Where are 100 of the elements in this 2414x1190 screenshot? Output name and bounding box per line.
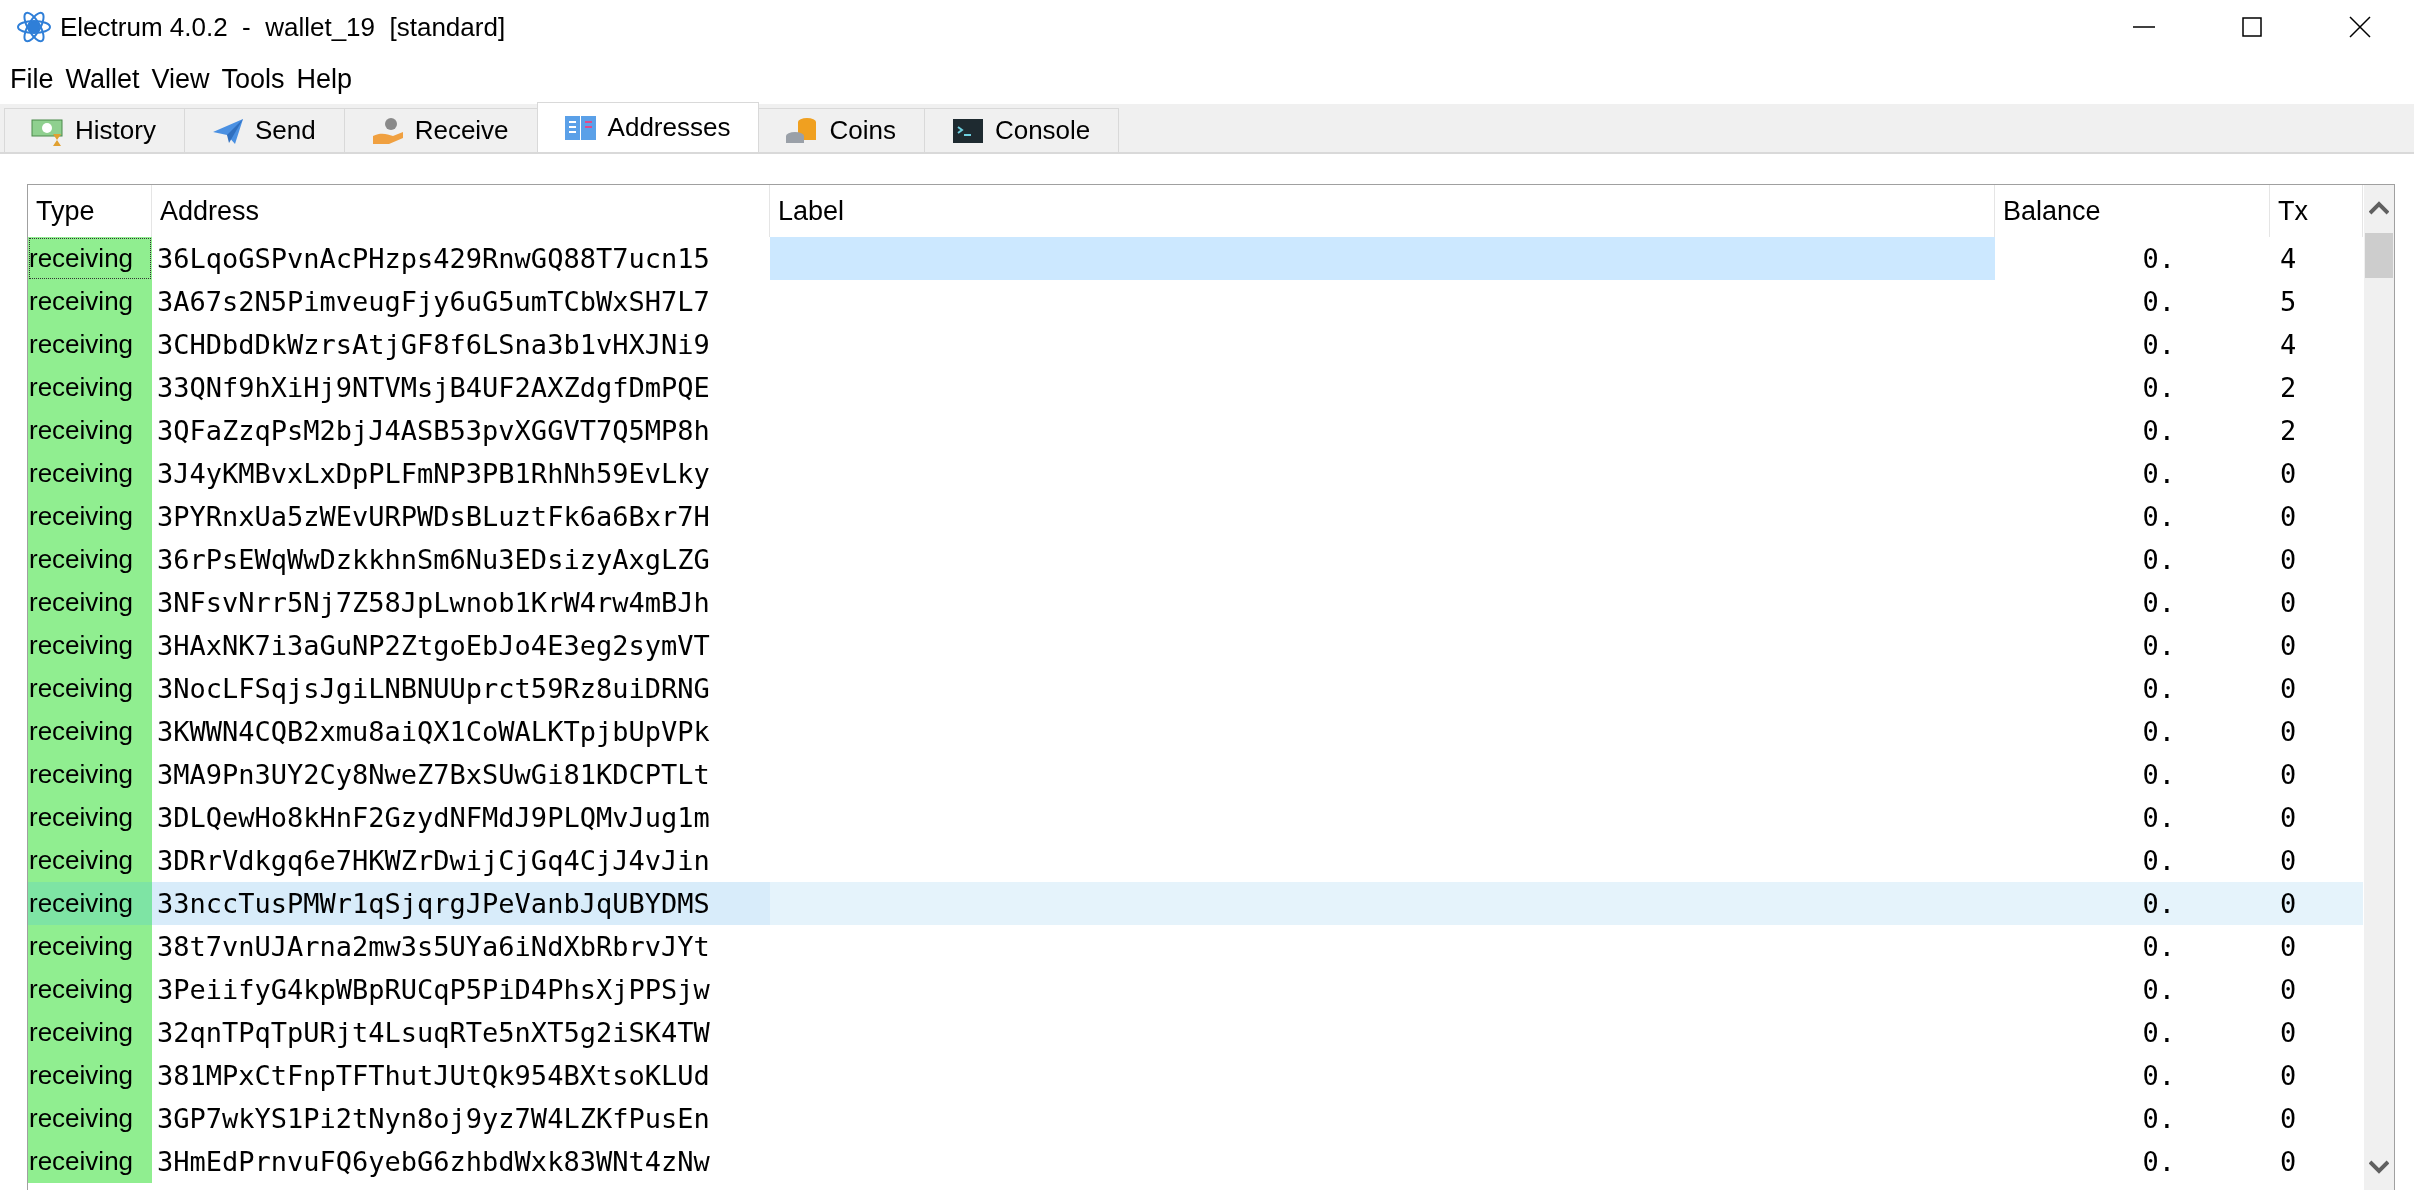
address-cell-text: 3PYRnxUa5zWEvURPWDsBLuztFk6a6Bxr7H (156, 500, 711, 534)
balance-cell-text: 0. (2141, 1059, 2176, 1093)
type-cell: receiving (28, 882, 152, 925)
address-cell-text: 3CHDbdDkWzrsAtjGF8f6LSna3b1vHXJNi9 (156, 328, 711, 362)
address-cell-text: 3KWWN4CQB2xmu8aiQX1CoWALKTpjbUpVPk (156, 715, 711, 749)
menu-item[interactable]: Help (294, 63, 363, 95)
type-cell: receiving (28, 409, 152, 452)
type-cell: receiving (28, 581, 152, 624)
label-cell[interactable] (770, 882, 1995, 925)
tx-cell-text: 0 (2279, 672, 2298, 706)
address-cell-text: 3HmEdPrnvuFQ6yebG6zhbdWxk83WNt4zNw (156, 1145, 711, 1179)
tx-cell-text: 4 (2279, 242, 2298, 276)
menu-item[interactable]: Wallet (63, 63, 150, 95)
type-cell: receiving (28, 753, 152, 796)
balance-cell-text: 0. (2141, 1016, 2176, 1050)
window-title: Electrum 4.0.2 - wallet_19 [standard] (60, 11, 506, 43)
address-cell-text: 3QFaZzqPsM2bjJ4ASB53pvXGGVT7Q5MP8h (156, 414, 711, 448)
tx-cell-text: 0 (2279, 844, 2298, 878)
address-cell-text: 33QNf9hXiHj9NTVMsjB4UF2AXZdgfDmPQE (156, 371, 711, 405)
address-cell-text: 3A67s2N5PimveugFjy6uG5umTCbWxSH7L7 (156, 285, 711, 319)
balance-cell-text: 0. (2141, 242, 2176, 276)
balance-cell-text: 0. (2141, 500, 2176, 534)
balance-cell-text: 0. (2141, 672, 2176, 706)
type-cell: receiving (28, 237, 152, 280)
type-cell: receiving (28, 323, 152, 366)
column-header[interactable]: Tx (2270, 185, 2363, 237)
tx-cell-text: 0 (2279, 973, 2298, 1007)
address-cell-text: 3NocLFSqjsJgiLNBNUUprct59Rz8uiDRNG (156, 672, 711, 706)
menu-item[interactable]: File (8, 63, 64, 95)
address-cell-text: 381MPxCtFnpTFThutJUtQk954BXtsoKLUd (156, 1059, 711, 1093)
tx-cell-text: 0 (2279, 457, 2298, 491)
maximize-icon (2241, 16, 2263, 38)
close-icon (2349, 16, 2371, 38)
balance-cell-text: 0. (2141, 715, 2176, 749)
tab[interactable]: Addresses (536, 102, 760, 152)
tx-cell-text: 5 (2279, 285, 2298, 319)
address-cell-text: 36rPsEWqWwDzkkhnSm6Nu3EDsizyAxgLZG (156, 543, 711, 577)
tx-cell: 0 (2270, 882, 2363, 925)
tx-cell-text: 0 (2279, 586, 2298, 620)
tx-cell-text: 0 (2279, 1016, 2298, 1050)
tx-cell-text: 2 (2279, 414, 2298, 448)
atom-logo-icon (16, 9, 52, 45)
balance-cell-text: 0. (2141, 371, 2176, 405)
tx-cell-text: 0 (2279, 930, 2298, 964)
type-cell: receiving (28, 1140, 152, 1183)
type-cell: receiving (28, 538, 152, 581)
tx-cell-text: 0 (2279, 1059, 2298, 1093)
label-cell[interactable] (770, 237, 1995, 280)
tx-cell-text: 0 (2279, 715, 2298, 749)
tx-cell-text: 2 (2279, 371, 2298, 405)
type-cell: receiving (28, 796, 152, 839)
address-cell-text: 3HAxNK7i3aGuNP2ZtgoEbJo4E3eg2symVT (156, 629, 711, 663)
type-cell: receiving (28, 710, 152, 753)
column-header[interactable]: Balance (1995, 185, 2270, 237)
type-cell: receiving (28, 624, 152, 667)
balance-cell-text: 0. (2141, 758, 2176, 792)
address-cell-text: 36LqoGSPvnAcPHzps429RnwGQ88T7ucn15 (156, 242, 711, 276)
column-header[interactable]: Address (152, 185, 770, 237)
balance-cell-text: 0. (2141, 844, 2176, 878)
address-cell-text: 3DLQewHo8kHnF2GzydNFMdJ9PLQMvJug1m (156, 801, 711, 835)
balance-cell-text: 0. (2141, 1145, 2176, 1179)
tx-cell-text: 4 (2279, 328, 2298, 362)
scrollbar-thumb[interactable] (2365, 233, 2393, 278)
type-cell: receiving (28, 1097, 152, 1140)
address-cell-text: 32qnTPqTpURjt4LsuqRTe5nXT5g2iSK4TW (156, 1016, 711, 1050)
balance-cell-text: 0. (2141, 629, 2176, 663)
minimize-icon (2133, 26, 2155, 28)
type-cell: receiving (28, 452, 152, 495)
balance-cell-text: 0. (2141, 543, 2176, 577)
balance-cell-text: 0. (2141, 414, 2176, 448)
type-cell: receiving (28, 839, 152, 882)
address-cell: 33nccTusPMWr1qSjqrgJPeVanbJqUBYDMS (152, 882, 770, 925)
balance-cell-text: 0. (2141, 457, 2176, 491)
menu-item[interactable]: Tools (219, 63, 295, 95)
tx-cell-text: 0 (2279, 543, 2298, 577)
address-cell-text: 38t7vnUJArna2mw3s5UYa6iNdXbRbrvJYt (156, 930, 711, 964)
tx-cell-text: 0 (2279, 1145, 2298, 1179)
balance-cell-text: 0. (2141, 801, 2176, 835)
type-cell: receiving (28, 1054, 152, 1097)
scrollbar[interactable] (2364, 185, 2394, 1190)
type-cell: receiving (28, 925, 152, 968)
address-cell-text: 3NFsvNrr5Nj7Z58JpLwnob1KrW4rw4mBJh (156, 586, 711, 620)
address-cell-text: 3PeiifyG4kpWBpRUCqP5PiD4PhsXjPPSjw (156, 973, 711, 1007)
address-cell-text: 3DRrVdkgq6e7HKWZrDwijCjGq4CjJ4vJin (156, 844, 711, 878)
balance-cell-text: 0. (2141, 328, 2176, 362)
type-cell: receiving (28, 280, 152, 323)
balance-cell-text: 0. (2141, 930, 2176, 964)
menu-item[interactable]: View (149, 63, 220, 95)
tx-cell-text: 0 (2279, 629, 2298, 663)
tx-cell-text: 0 (2279, 500, 2298, 534)
balance-cell-text: 0. (2141, 586, 2176, 620)
type-cell: receiving (28, 366, 152, 409)
balance-cell-text: 0. (2141, 1102, 2176, 1136)
tab[interactable]: History (4, 108, 185, 152)
type-cell: receiving (28, 1011, 152, 1054)
address-cell-text: 3MA9Pn3UY2Cy8NweZ7BxSUwGi81KDCPTLt (156, 758, 711, 792)
tab[interactable]: Console (923, 108, 1120, 152)
tx-cell-text: 0 (2279, 1102, 2298, 1136)
type-cell: receiving (28, 495, 152, 538)
tx-cell-text: 0 (2279, 801, 2298, 835)
